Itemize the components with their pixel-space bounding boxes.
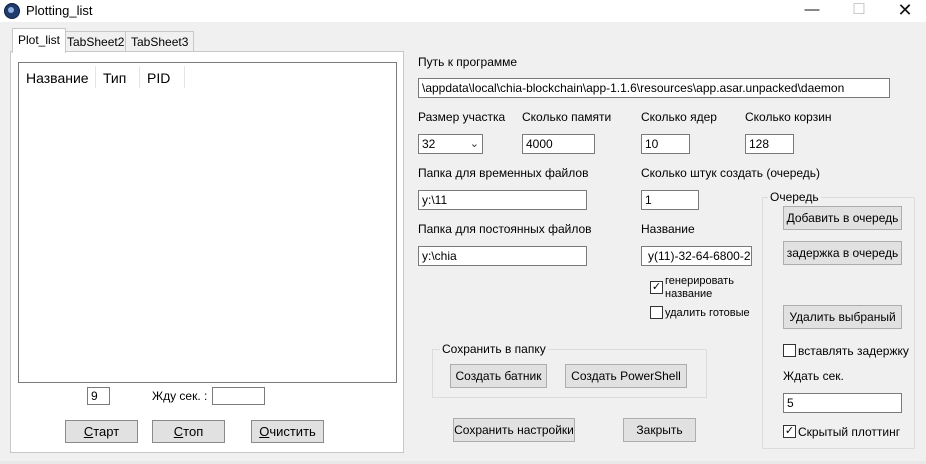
plot-list[interactable]: Название Тип PID: [18, 62, 397, 383]
insert-delays-label: вставлять задержку: [798, 344, 909, 358]
final-dir-label: Папка для постоянных файлов: [418, 222, 592, 236]
insert-delays-checkbox[interactable]: [783, 344, 796, 357]
check-icon: ✓: [784, 425, 795, 437]
generate-name-line1: генерировать: [665, 275, 734, 287]
minimize-button[interactable]: —: [789, 0, 835, 22]
generate-name-line2: название: [665, 288, 713, 300]
column-separator: [95, 66, 96, 88]
column-header-pid[interactable]: PID: [147, 68, 170, 88]
create-bat-button[interactable]: Создать батник: [450, 364, 547, 388]
name-label: Название: [641, 222, 695, 236]
save-folder-group-title: Сохранить в папку: [440, 342, 548, 356]
close-window-button[interactable]: ✕: [882, 0, 926, 22]
queue-group-title: Очередь: [768, 190, 821, 204]
count-field[interactable]: 9: [87, 387, 110, 405]
maximize-button[interactable]: ☐: [836, 0, 882, 22]
temp-dir-label: Папка для временных файлов: [418, 166, 589, 180]
plot-size-select[interactable]: 32 ⌄: [418, 134, 483, 154]
wait-seconds-field[interactable]: [212, 387, 265, 405]
hidden-plotting-label: Скрытый плоттинг: [798, 425, 901, 439]
final-dir-field[interactable]: y:\chia: [418, 246, 587, 266]
plot-size-label: Размер участка: [418, 110, 506, 124]
plot-size-value: 32: [422, 137, 436, 151]
start-button[interactable]: Старт: [65, 420, 138, 443]
cores-field[interactable]: 10: [641, 134, 690, 154]
generate-name-label: генерировать название: [665, 275, 734, 301]
memory-label: Сколько памяти: [522, 110, 612, 124]
title-bar: [0, 0, 926, 22]
clear-button-label: чистить: [269, 424, 316, 439]
delay-in-queue-button[interactable]: задержка в очередь: [783, 241, 902, 265]
tab-tabsheet3[interactable]: TabSheet3: [125, 31, 195, 52]
close-button[interactable]: Закрыть: [623, 418, 696, 442]
stop-button[interactable]: Стоп: [152, 420, 225, 443]
start-button-accel: С: [83, 424, 94, 439]
buckets-field[interactable]: 128: [745, 134, 794, 154]
stop-button-label: топ: [183, 424, 204, 439]
stop-button-accel: С: [173, 424, 184, 439]
clear-button[interactable]: Очистить: [251, 420, 324, 443]
wait-seconds-label: Жду сек. :: [152, 389, 208, 403]
queue-count-label: Сколько штук создать (очередь): [641, 166, 821, 180]
column-separator: [184, 66, 185, 88]
window-title: Plotting_list: [26, 3, 93, 18]
remove-selected-button[interactable]: Удалить выбраный: [783, 305, 902, 329]
delete-done-checkbox[interactable]: [650, 306, 663, 319]
start-button-label: тарт: [93, 424, 120, 439]
temp-dir-field[interactable]: y:\11: [418, 190, 587, 210]
queue-wait-label: Ждать сек.: [783, 369, 844, 383]
memory-field[interactable]: 4000: [522, 134, 595, 154]
name-field[interactable]: y(11)-32-64-6800-2: [641, 246, 752, 266]
save-settings-button[interactable]: Сохранить настройки: [453, 418, 575, 442]
queue-wait-field[interactable]: 5: [783, 393, 902, 413]
program-path-field[interactable]: \appdata\local\chia-blockchain\app-1.1.6…: [418, 78, 890, 98]
program-path-label: Путь к программе: [418, 55, 518, 69]
app-icon: [4, 3, 20, 19]
chevron-down-icon: ⌄: [469, 138, 479, 150]
hidden-plotting-checkbox[interactable]: ✓: [783, 425, 796, 438]
column-separator: [139, 66, 140, 88]
delete-done-label: удалить готовые: [665, 307, 750, 319]
queue-count-field[interactable]: 1: [641, 190, 699, 210]
tab-tabsheet2[interactable]: TabSheet2: [61, 31, 131, 52]
clear-button-accel: О: [259, 424, 270, 439]
add-to-queue-button[interactable]: Добавить в очередь: [783, 206, 902, 230]
column-header-name[interactable]: Название: [26, 68, 89, 88]
generate-name-checkbox[interactable]: ✓: [650, 281, 663, 294]
check-icon: ✓: [651, 281, 662, 293]
tab-plot-list[interactable]: Plot_list: [12, 28, 67, 53]
create-powershell-button[interactable]: Создать PowerShell: [565, 364, 687, 388]
cores-label: Сколько ядер: [641, 110, 717, 124]
buckets-label: Сколько корзин: [745, 110, 832, 124]
column-header-type[interactable]: Тип: [103, 68, 126, 88]
